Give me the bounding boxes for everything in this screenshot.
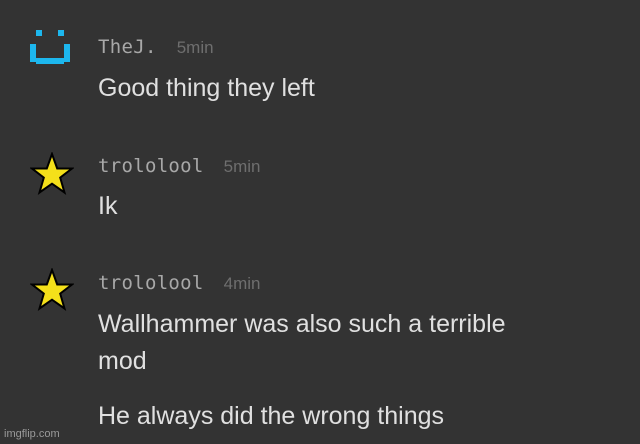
message-text: Ik [98, 192, 118, 220]
star-icon [29, 267, 75, 317]
message-header: TheJ. 5min [98, 36, 214, 58]
watermark: imgflip.com [4, 428, 60, 440]
username[interactable]: TheJ. [98, 36, 157, 58]
timestamp: 4min [223, 274, 261, 293]
star-icon [29, 151, 75, 201]
message-text: mod [98, 347, 147, 375]
timestamp: 5min [223, 157, 261, 176]
message-header: trololool 4min [98, 272, 261, 294]
username[interactable]: trololool [98, 155, 204, 177]
timestamp: 5min [176, 38, 214, 57]
username[interactable]: trololool [98, 272, 204, 294]
message-header: trololool 5min [98, 155, 261, 177]
smiley-icon [30, 26, 70, 83]
message-text: He always did the wrong things [98, 402, 445, 430]
message-text: Good thing they left [98, 74, 315, 102]
message-text: Wallhammer was also such a terrible [98, 310, 506, 338]
